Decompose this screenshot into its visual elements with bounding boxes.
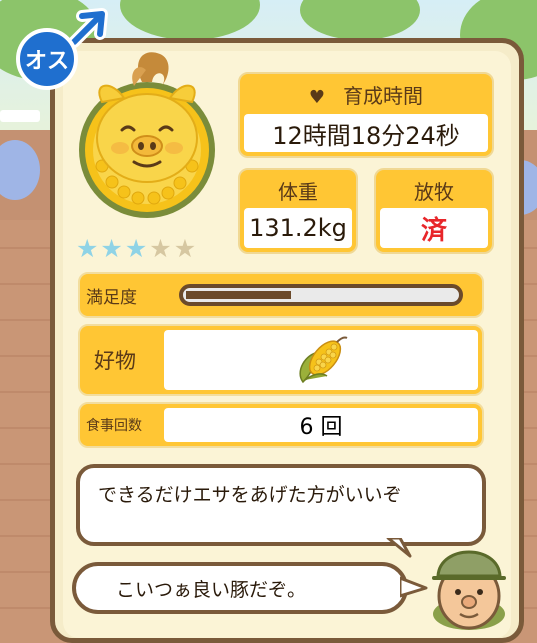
comment-speech-bubble: こいつぁ良い豚だぞ。 bbox=[72, 562, 408, 614]
rating-stars: ★ ★ ★ ★ ★ bbox=[76, 236, 196, 261]
satisfaction-bar-fill bbox=[186, 291, 291, 299]
star-icon: ★ bbox=[100, 234, 123, 263]
star-icon: ★ bbox=[124, 234, 148, 263]
release-box: 放牧 済 bbox=[374, 168, 494, 254]
satisfaction-label: 満足度 bbox=[86, 287, 137, 308]
pig-portrait bbox=[79, 52, 215, 218]
growth-time-box: ♥ 育成時間 12時間18分24秒 bbox=[238, 72, 494, 158]
weight-label: 体重 bbox=[278, 180, 318, 204]
meals-row: 食事回数 6 回 bbox=[78, 402, 484, 448]
gender-label: オス bbox=[16, 28, 78, 90]
weight-value: 131.2kg bbox=[244, 208, 352, 248]
release-value: 済 bbox=[380, 208, 488, 248]
favorite-label: 好物 bbox=[94, 349, 136, 373]
advice-text: できるだけエサをあげた方がいいぞ bbox=[98, 484, 402, 506]
weight-box: 体重 131.2kg bbox=[238, 168, 358, 254]
farmer-avatar bbox=[432, 550, 506, 630]
satisfaction-row: 満足度 bbox=[78, 272, 484, 318]
star-icon: ★ bbox=[76, 234, 99, 263]
advice-bubble-tail bbox=[386, 538, 412, 558]
star-icon: ★ bbox=[149, 234, 172, 263]
meals-value: 6 回 bbox=[164, 408, 478, 442]
comment-text: こいつぁ良い豚だぞ。 bbox=[116, 578, 307, 601]
growth-time-label: 育成時間 bbox=[343, 84, 424, 108]
growth-time-value: 12時間18分24秒 bbox=[244, 114, 488, 152]
favorite-row: 好物 bbox=[78, 324, 484, 396]
release-label: 放牧 bbox=[414, 180, 454, 204]
corn-icon bbox=[299, 336, 348, 384]
meals-label: 食事回数 bbox=[86, 418, 142, 434]
star-icon: ★ bbox=[173, 234, 197, 263]
heart-icon: ♥ bbox=[308, 87, 326, 108]
satisfaction-bar bbox=[179, 284, 463, 306]
